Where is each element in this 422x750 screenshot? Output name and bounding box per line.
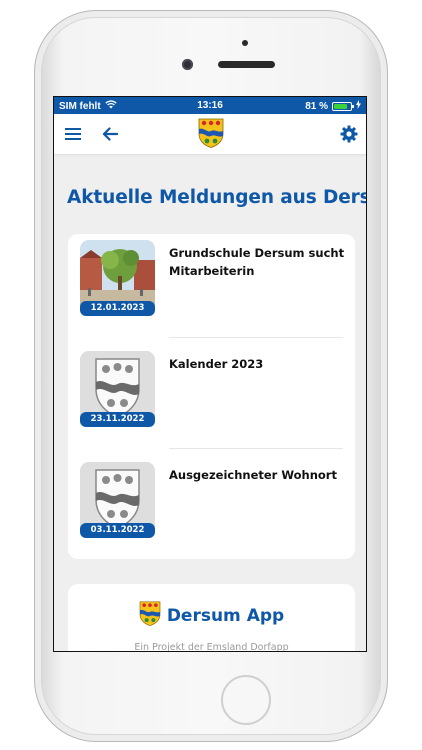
battery-percent: 81 % xyxy=(305,100,328,112)
dersum-crest-icon xyxy=(139,601,161,631)
home-button[interactable] xyxy=(221,675,271,725)
news-item[interactable]: 23.11.2022 Kalender 2023 xyxy=(68,345,355,455)
app-title: Dersum App xyxy=(166,606,285,626)
gear-icon[interactable] xyxy=(338,123,360,145)
app-header xyxy=(54,114,366,154)
app-screen: SIM fehlt 13:16 81 % Aktuelle Meldungen … xyxy=(53,96,367,652)
news-divider xyxy=(169,337,343,338)
news-headline: Ausgezeichneter Wohnort xyxy=(169,468,337,482)
earpiece-speaker xyxy=(218,61,275,68)
news-item[interactable]: 03.11.2022 Ausgezeichneter Wohnort xyxy=(68,456,355,566)
charging-icon xyxy=(356,100,361,112)
news-item[interactable]: 12.01.2023 Grundschule Dersum sucht Mita… xyxy=(68,234,355,344)
news-date-badge: 03.11.2022 xyxy=(80,523,155,538)
content-area: Aktuelle Meldungen aus Dersum xyxy=(54,154,366,651)
news-headline: Grundschule Dersum sucht Mitarbeiterin xyxy=(169,246,345,278)
news-headline: Kalender 2023 xyxy=(169,357,264,371)
app-subtitle: Ein Projekt der Emsland Dorfapp xyxy=(134,642,289,652)
front-camera xyxy=(182,59,193,70)
back-arrow-icon[interactable] xyxy=(99,123,121,145)
proximity-sensor xyxy=(242,40,248,46)
status-bar: SIM fehlt 13:16 81 % xyxy=(54,97,366,114)
app-info-card: Dersum App Ein Projekt der Emsland Dorfa… xyxy=(68,584,355,652)
page-title: Aktuelle Meldungen aus Dersum xyxy=(67,187,366,208)
news-list-card: 12.01.2023 Grundschule Dersum sucht Mita… xyxy=(68,234,355,559)
news-date-badge: 23.11.2022 xyxy=(80,412,155,427)
news-divider xyxy=(169,448,343,449)
battery-icon xyxy=(332,101,354,111)
news-date-badge: 12.01.2023 xyxy=(80,301,155,316)
dersum-logo[interactable] xyxy=(198,118,224,148)
hamburger-menu-icon[interactable] xyxy=(62,123,84,145)
